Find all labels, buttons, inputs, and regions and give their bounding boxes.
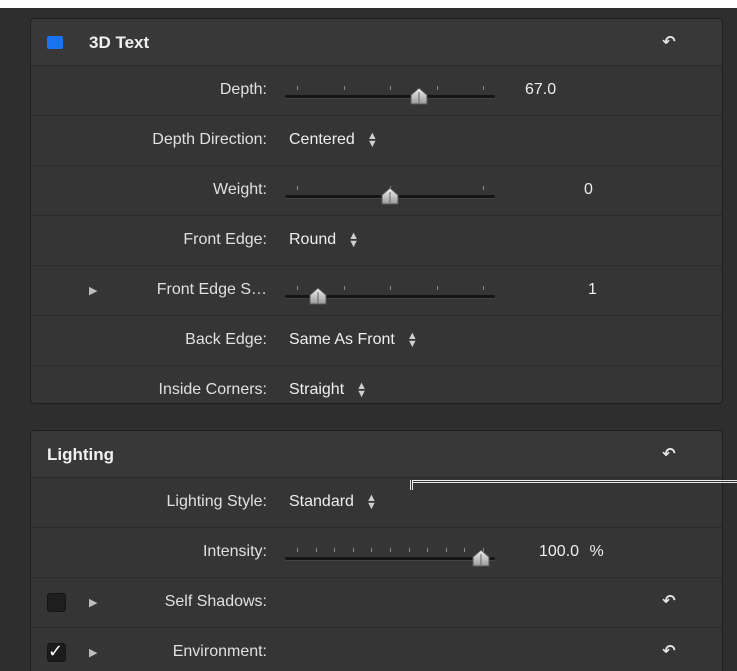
slider-knob[interactable] [380, 187, 400, 205]
reset-arrow-icon[interactable]: ↶ [662, 35, 676, 51]
depth-slider[interactable] [285, 84, 497, 108]
reset-arrow-icon[interactable]: ↶ [662, 644, 676, 660]
row-environment: ✓ ▶ Environment: ↶ [31, 628, 722, 671]
slider-tick [297, 286, 298, 290]
slider-knob[interactable] [471, 549, 491, 567]
disclosure-triangle-icon[interactable]: ▶ [89, 596, 97, 609]
self-shadows-checkbox[interactable] [47, 593, 66, 612]
slider-track[interactable] [285, 548, 495, 560]
slider-knob[interactable] [409, 87, 429, 105]
inside-corners-popup[interactable]: Straight ▲ ▼ [289, 379, 368, 400]
row-depth-direction: Depth Direction: Centered ▲ ▼ [31, 116, 722, 166]
slider-tick [437, 286, 438, 290]
slider-tick [409, 548, 410, 552]
section-header-lighting: Lighting ↶ [31, 431, 722, 478]
slider-tick [390, 86, 391, 90]
inside-corners-value: Straight [289, 381, 345, 398]
row-front-edge-size: ▶ Front Edge S… 1 [31, 266, 722, 316]
depth-value[interactable]: 67.0 [525, 81, 556, 99]
slider-tick [334, 548, 335, 552]
top-margin [0, 0, 737, 8]
front-edge-size-slider[interactable] [285, 284, 497, 308]
slider-track[interactable] [285, 86, 495, 98]
slider-tick [446, 548, 447, 552]
environment-checkbox[interactable]: ✓ [47, 641, 66, 662]
depth-label: Depth: [219, 81, 267, 98]
slider-tick [344, 86, 345, 90]
inside-corners-label: Inside Corners: [158, 381, 268, 398]
slider-tick [316, 548, 317, 552]
popup-arrows-icon: ▲ ▼ [356, 379, 368, 400]
slider-tick [297, 186, 298, 190]
section-3d-text: 3D Text ↶ Depth: 67.0 Depth Direction: C… [30, 18, 723, 404]
enable-3d-text-checkbox[interactable] [47, 36, 63, 49]
checkmark-icon: ✓ [48, 641, 64, 661]
inspector-panel: 3D Text ↶ Depth: 67.0 Depth Direction: C… [0, 0, 737, 671]
reset-arrow-icon[interactable]: ↶ [662, 594, 676, 610]
back-edge-popup[interactable]: Same As Front ▲ ▼ [289, 329, 418, 350]
lighting-style-popup[interactable]: Standard ▲ ▼ [289, 491, 377, 512]
reset-arrow-icon[interactable]: ↶ [662, 447, 676, 463]
lighting-style-label: Lighting Style: [166, 493, 267, 510]
row-front-edge: Front Edge: Round ▲ ▼ [31, 216, 722, 266]
section-title: 3D Text [89, 33, 150, 52]
section-lighting: Lighting ↶ Lighting Style: Standard ▲ ▼ In… [30, 430, 723, 671]
row-depth: Depth: 67.0 [31, 66, 722, 116]
front-edge-popup[interactable]: Round ▲ ▼ [289, 229, 360, 250]
disclosure-triangle-icon[interactable]: ▶ [89, 284, 97, 297]
disclosure-triangle-icon[interactable]: ▶ [89, 646, 97, 659]
back-edge-value: Same As Front [289, 331, 395, 348]
intensity-value: 100.0 [539, 543, 580, 560]
slider-tick [390, 286, 391, 290]
row-lighting-style: Lighting Style: Standard ▲ ▼ [31, 478, 722, 528]
slider-tick [483, 186, 484, 190]
depth-direction-value: Centered [289, 131, 355, 148]
intensity-field[interactable]: 100.0 % [539, 543, 604, 561]
slider-tick [353, 548, 354, 552]
row-weight: Weight: 0 [31, 166, 722, 216]
popup-arrows-icon: ▲ ▼ [366, 129, 378, 150]
slider-tick [344, 286, 345, 290]
depth-direction-label: Depth Direction: [152, 131, 267, 148]
popup-arrows-icon: ▲ ▼ [365, 491, 377, 512]
intensity-slider[interactable] [285, 546, 497, 570]
slider-knob[interactable] [308, 287, 328, 305]
slider-tick [297, 548, 298, 552]
front-edge-size-label: Front Edge S… [156, 281, 267, 298]
slider-tick [427, 548, 428, 552]
row-back-edge: Back Edge: Same As Front ▲ ▼ [31, 316, 722, 366]
callout-line [412, 480, 737, 483]
row-inside-corners: Inside Corners: Straight ▲ ▼ [31, 366, 722, 415]
row-self-shadows: ▶ Self Shadows: ↶ [31, 578, 722, 628]
slider-tick [437, 86, 438, 90]
slider-tick [297, 86, 298, 90]
slider-tick [483, 286, 484, 290]
intensity-unit: % [589, 543, 604, 560]
row-intensity: Intensity: 100.0 % [31, 528, 722, 578]
front-edge-size-value[interactable]: 1 [588, 281, 597, 299]
front-edge-value: Round [289, 231, 337, 248]
front-edge-label: Front Edge: [183, 231, 267, 248]
self-shadows-label: Self Shadows: [164, 593, 267, 610]
environment-label: Environment: [172, 643, 267, 660]
section-header-3d-text: 3D Text ↶ [31, 19, 722, 66]
weight-value[interactable]: 0 [584, 181, 593, 199]
slider-tick [371, 548, 372, 552]
slider-tick [483, 86, 484, 90]
weight-label: Weight: [213, 181, 267, 198]
section-title: Lighting [47, 445, 115, 464]
popup-arrows-icon: ▲ ▼ [348, 229, 360, 250]
intensity-label: Intensity: [202, 543, 267, 560]
popup-arrows-icon: ▲ ▼ [406, 329, 418, 350]
depth-direction-popup[interactable]: Centered ▲ ▼ [289, 129, 378, 150]
lighting-style-value: Standard [289, 493, 354, 510]
weight-slider[interactable] [285, 184, 497, 208]
back-edge-label: Back Edge: [185, 331, 267, 348]
slider-tick [464, 548, 465, 552]
slider-tick [390, 548, 391, 552]
